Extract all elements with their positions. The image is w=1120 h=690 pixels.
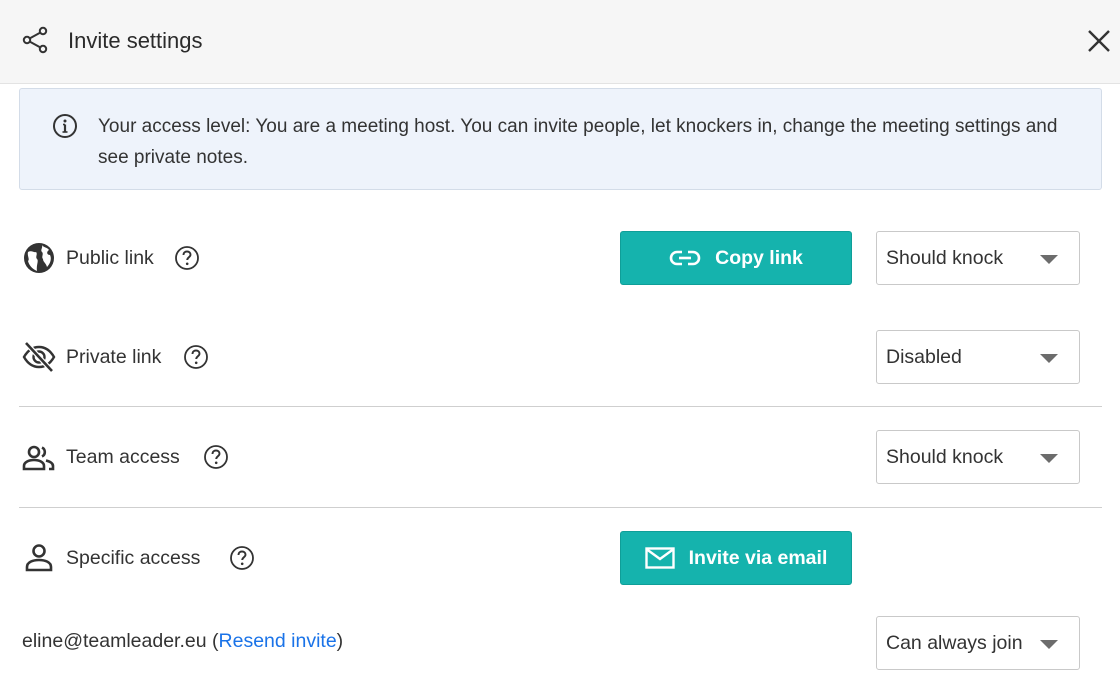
- help-icon[interactable]: [203, 444, 229, 470]
- globe-icon: [24, 243, 54, 273]
- copy-link-label: Copy link: [715, 246, 803, 269]
- link-icon: [669, 250, 701, 266]
- team-access-select[interactable]: Should knock: [876, 430, 1080, 484]
- team-icon: [22, 445, 55, 471]
- copy-link-button[interactable]: Copy link: [620, 231, 852, 285]
- chevron-down-icon: [1040, 255, 1058, 264]
- chevron-down-icon: [1040, 640, 1058, 649]
- divider: [19, 507, 1102, 508]
- invitee-access-select-value: Can always join: [886, 632, 1023, 654]
- help-icon[interactable]: [183, 344, 209, 370]
- public-link-select[interactable]: Should knock: [876, 231, 1080, 285]
- invitee-email: eline@teamleader.eu: [22, 630, 207, 652]
- access-level-banner: Your access level: You are a meeting hos…: [19, 88, 1102, 190]
- team-access-select-value: Should knock: [886, 446, 1004, 468]
- dialog-title: Invite settings: [68, 28, 203, 53]
- invite-via-email-label: Invite via email: [688, 546, 828, 569]
- envelope-icon: [644, 547, 675, 569]
- private-link-select-value: Disabled: [886, 346, 962, 368]
- public-link-select-value: Should knock: [886, 247, 1004, 269]
- invite-via-email-button[interactable]: Invite via email: [620, 531, 852, 585]
- access-level-text: Your access level: You are a meeting hos…: [98, 116, 1058, 168]
- divider: [19, 406, 1102, 407]
- chevron-down-icon: [1040, 354, 1058, 363]
- help-icon[interactable]: [174, 245, 200, 271]
- info-icon: [53, 114, 77, 138]
- private-link-select[interactable]: Disabled: [876, 330, 1080, 384]
- specific-access-label: Specific access: [66, 547, 201, 569]
- close-icon[interactable]: [1086, 28, 1112, 54]
- chevron-down-icon: [1040, 454, 1058, 463]
- paren-close: ): [336, 630, 344, 652]
- person-icon: [25, 544, 53, 572]
- private-link-label: Private link: [66, 346, 162, 368]
- share-icon: [22, 26, 48, 54]
- help-icon[interactable]: [229, 545, 255, 571]
- dialog-header: Invite settings: [0, 0, 1120, 84]
- public-link-label: Public link: [66, 247, 154, 269]
- eye-off-icon: [22, 341, 56, 373]
- invitee-access-select[interactable]: Can always join: [876, 616, 1080, 670]
- team-access-label: Team access: [66, 446, 180, 468]
- resend-invite-link[interactable]: Resend invite: [219, 630, 337, 652]
- invitee-row: eline@teamleader.eu (Resend invite): [22, 630, 343, 653]
